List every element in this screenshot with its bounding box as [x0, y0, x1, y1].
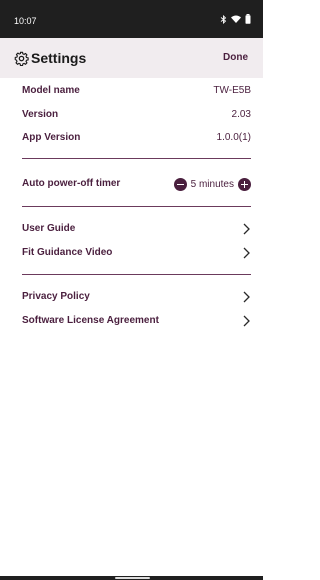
page-title: Settings: [31, 50, 87, 66]
battery-icon: [245, 14, 251, 24]
gear-icon: [14, 51, 29, 67]
timer-stepper: 5 minutes: [173, 176, 251, 192]
bluetooth-icon: [220, 14, 227, 24]
chevron-right-icon: [241, 313, 251, 329]
app-version-label: App Version: [22, 132, 81, 143]
software-license-label: Software License Agreement: [22, 315, 159, 326]
user-guide-item[interactable]: User Guide: [22, 221, 251, 237]
fit-guidance-video-label: Fit Guidance Video: [22, 247, 113, 258]
chevron-right-icon: [241, 245, 251, 261]
settings-header: Settings Done: [0, 38, 263, 78]
version-label: Version: [22, 109, 59, 120]
auto-power-off-label: Auto power-off timer: [22, 178, 121, 189]
model-name-row: Model name TW-E5B: [22, 83, 251, 99]
status-time: 10:07: [14, 16, 37, 26]
divider: [22, 274, 251, 275]
user-guide-label: User Guide: [22, 223, 76, 234]
software-license-item[interactable]: Software License Agreement: [22, 313, 251, 329]
status-bar: 10:07: [0, 0, 263, 38]
fit-guidance-video-item[interactable]: Fit Guidance Video: [22, 245, 251, 261]
divider: [22, 158, 251, 159]
chevron-right-icon: [241, 289, 251, 305]
chevron-right-icon: [241, 221, 251, 237]
auto-power-off-row: Auto power-off timer 5 minutes: [22, 176, 251, 192]
divider: [22, 206, 251, 207]
model-name-label: Model name: [22, 85, 80, 96]
decrease-timer-button[interactable]: [173, 177, 187, 191]
model-name-value: TW-E5B: [213, 85, 251, 96]
done-button[interactable]: Done: [223, 52, 248, 63]
app-version-value: 1.0.0(1): [216, 132, 251, 143]
wifi-icon: [231, 15, 241, 23]
privacy-policy-label: Privacy Policy: [22, 291, 90, 302]
version-value: 2.03: [231, 109, 251, 120]
app-version-row: App Version 1.0.0(1): [22, 130, 251, 146]
version-row: Version 2.03: [22, 107, 251, 123]
system-nav-bar: [0, 576, 263, 580]
home-indicator[interactable]: [115, 577, 150, 579]
phone-screen: 10:07 Settings Done Model name TW-E5B Ve…: [0, 0, 263, 580]
increase-timer-button[interactable]: [238, 177, 251, 191]
timer-value: 5 minutes: [190, 178, 234, 190]
privacy-policy-item[interactable]: Privacy Policy: [22, 289, 251, 305]
status-icons: [220, 14, 251, 24]
